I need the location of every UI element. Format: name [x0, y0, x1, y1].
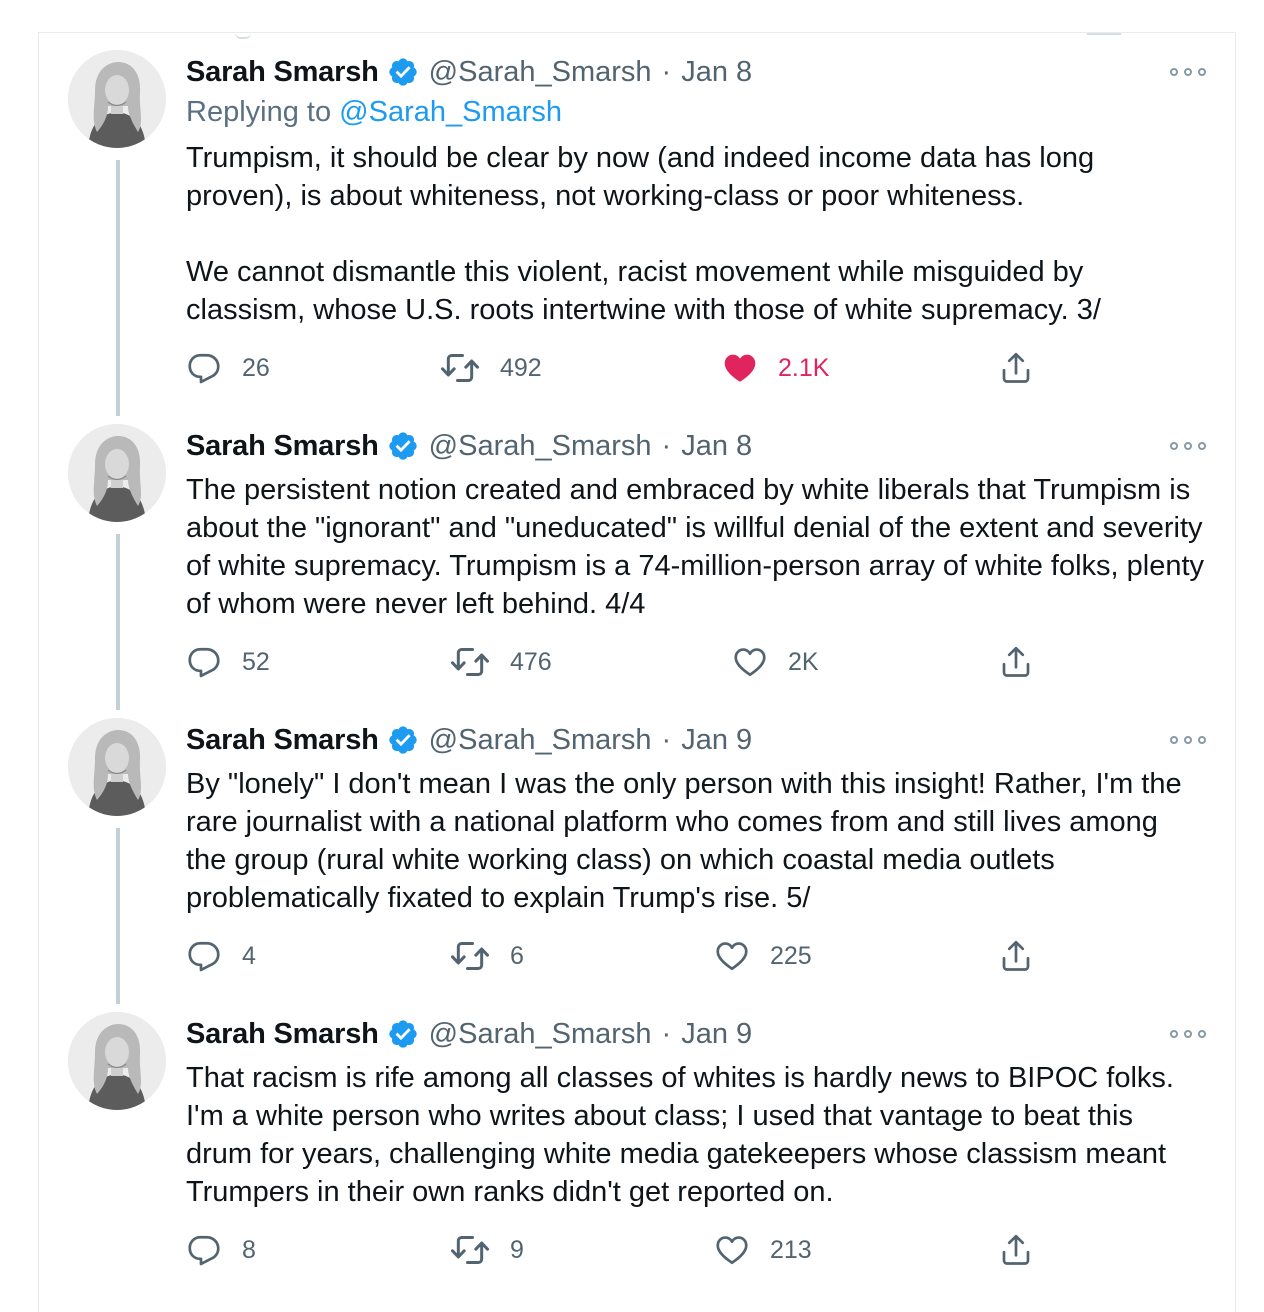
author-name[interactable]: Sarah Smarsh: [186, 430, 379, 463]
separator: ·: [661, 55, 672, 88]
author-handle[interactable]: @Sarah_Smarsh: [429, 724, 652, 757]
tweet-date[interactable]: Jan 8: [681, 56, 752, 89]
like-icon: [714, 938, 750, 974]
retweet-button[interactable]: 6: [450, 936, 524, 976]
more-options-icon[interactable]: [1170, 62, 1206, 82]
thread-connector-line: [116, 160, 120, 416]
retweet-icon: [450, 642, 490, 682]
like-count: 213: [770, 1235, 812, 1264]
tweet-date[interactable]: Jan 9: [681, 1018, 752, 1051]
tweet-text: By "lonely" I don't mean I was the only …: [186, 768, 1190, 914]
tweet-header: Sarah Smarsh @Sarah_Smarsh · Jan 8: [186, 52, 752, 92]
retweet-button[interactable]: 476: [450, 642, 552, 682]
more-options-icon[interactable]: [1170, 1024, 1206, 1044]
reply-icon: [186, 1232, 222, 1268]
reply-count: 52: [242, 647, 270, 676]
share-icon: [998, 644, 1034, 680]
tweet-date[interactable]: Jan 8: [681, 430, 752, 463]
replying-to-link[interactable]: @Sarah_Smarsh: [339, 96, 562, 128]
reply-button[interactable]: 4: [186, 936, 256, 976]
more-options-icon[interactable]: [1170, 730, 1206, 750]
tweet[interactable]: Sarah Smarsh @Sarah_Smarsh · Jan 8 The p…: [38, 406, 1236, 710]
like-button[interactable]: 2.1K: [722, 348, 829, 388]
tweet-header: Sarah Smarsh @Sarah_Smarsh · Jan 9: [186, 720, 752, 760]
retweet-icon: [440, 348, 480, 388]
reply-count: 26: [242, 353, 270, 382]
like-count: 225: [770, 941, 812, 970]
verified-badge-icon: [387, 1018, 419, 1050]
share-icon: [998, 1232, 1034, 1268]
tweet[interactable]: Sarah Smarsh @Sarah_Smarsh · Jan 9 That …: [38, 994, 1236, 1294]
tweet-text: The persistent notion created and embrac…: [186, 474, 1213, 620]
share-icon: [998, 938, 1034, 974]
reply-count: 8: [242, 1235, 256, 1264]
reply-count: 4: [242, 941, 256, 970]
share-button[interactable]: [998, 936, 1054, 976]
like-icon: [732, 644, 768, 680]
author-name[interactable]: Sarah Smarsh: [186, 1018, 379, 1051]
tweet-date[interactable]: Jan 9: [681, 724, 752, 757]
share-button[interactable]: [998, 642, 1054, 682]
like-button[interactable]: 225: [714, 936, 812, 976]
verified-badge-icon: [387, 724, 419, 756]
share-button[interactable]: [998, 348, 1054, 388]
author-name[interactable]: Sarah Smarsh: [186, 724, 379, 757]
share-icon: [998, 350, 1034, 386]
separator: ·: [661, 429, 672, 462]
separator: ·: [661, 1017, 672, 1050]
avatar[interactable]: [68, 424, 166, 522]
thread-connector-line: [116, 828, 120, 1004]
reply-button[interactable]: 26: [186, 348, 270, 388]
avatar[interactable]: [68, 1012, 166, 1110]
share-button[interactable]: [998, 1230, 1054, 1270]
tweet-text: That racism is rife among all classes of…: [186, 1062, 1183, 1208]
retweet-count: 9: [510, 1235, 524, 1264]
like-icon: [714, 1232, 750, 1268]
reply-button[interactable]: 52: [186, 642, 270, 682]
author-name[interactable]: Sarah Smarsh: [186, 56, 379, 89]
like-icon: [722, 350, 758, 386]
author-handle[interactable]: @Sarah_Smarsh: [429, 56, 652, 89]
tweet[interactable]: Sarah Smarsh @Sarah_Smarsh · Jan 9 By "l…: [38, 700, 1236, 1004]
author-handle[interactable]: @Sarah_Smarsh: [429, 1018, 652, 1051]
verified-badge-icon: [387, 56, 419, 88]
like-button[interactable]: 2K: [732, 642, 819, 682]
retweet-icon: [450, 936, 490, 976]
verified-badge-icon: [387, 430, 419, 462]
retweet-button[interactable]: 492: [440, 348, 542, 388]
tweet-text: Trumpism, it should be clear by now (and…: [186, 142, 1101, 326]
author-handle[interactable]: @Sarah_Smarsh: [429, 430, 652, 463]
like-button[interactable]: 213: [714, 1230, 812, 1270]
avatar[interactable]: [68, 50, 166, 148]
tweet-header: Sarah Smarsh @Sarah_Smarsh · Jan 8: [186, 426, 752, 466]
retweet-count: 492: [500, 353, 542, 382]
replying-prefix: Replying to: [186, 96, 332, 128]
retweet-count: 476: [510, 647, 552, 676]
more-options-icon[interactable]: [1170, 436, 1206, 456]
avatar[interactable]: [68, 718, 166, 816]
tweet-actions: 52 476 2K: [186, 642, 1066, 682]
separator: ·: [661, 723, 672, 756]
reply-button[interactable]: 8: [186, 1230, 256, 1270]
like-count: 2.1K: [778, 353, 830, 382]
retweet-button[interactable]: 9: [450, 1230, 524, 1270]
like-count: 2K: [788, 647, 819, 676]
reply-icon: [186, 350, 222, 386]
replying-to: Replying to @Sarah_Smarsh: [186, 96, 562, 129]
tweet-actions: 26 492 2.1K: [186, 348, 1066, 388]
reply-icon: [186, 644, 222, 680]
tweet-header: Sarah Smarsh @Sarah_Smarsh · Jan 9: [186, 1014, 752, 1054]
retweet-count: 6: [510, 941, 524, 970]
reply-icon: [186, 938, 222, 974]
thread-connector-line: [116, 534, 120, 710]
tweet-actions: 4 6 225: [186, 936, 1066, 976]
tweet[interactable]: Sarah Smarsh @Sarah_Smarsh · Jan 8 Reply…: [38, 32, 1236, 422]
tweet-actions: 8 9 213: [186, 1230, 1066, 1270]
retweet-icon: [450, 1230, 490, 1270]
